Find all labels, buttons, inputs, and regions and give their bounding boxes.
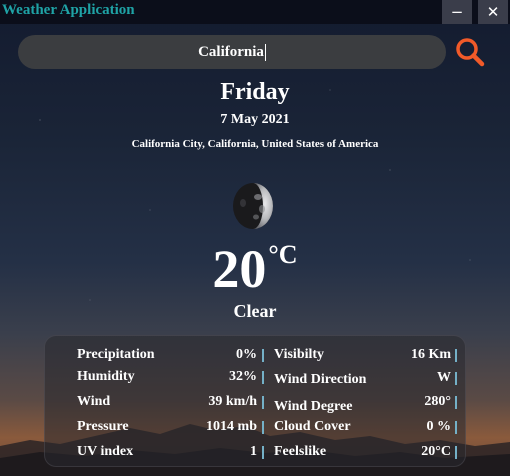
pressure-label: Pressure [77,419,129,434]
day-label: Friday [220,79,290,105]
feelslike-label: Feelslike [274,444,327,459]
moon-icon [233,183,273,229]
temperature-value: 20 [212,239,267,299]
wind-degree-value: 280° [424,394,451,409]
separator [455,421,457,434]
uv-index-label: UV index [77,444,134,459]
search-icon [456,38,485,67]
close-button[interactable]: ✕ [478,0,508,24]
title-bar: Weather Application − ✕ [0,0,510,24]
humidity-value: 32% [229,369,257,384]
precipitation-label: Precipitation [77,347,155,362]
condition-label: Clear [233,301,277,321]
wind-value: 39 km/h [208,394,257,409]
separator [262,371,264,384]
cloud-cover-label: Cloud Cover [274,419,351,434]
precipitation-value: 0% [236,347,257,362]
separator [455,349,457,362]
pressure-value: 1014 mb [206,419,257,434]
date-label: 7 May 2021 [220,112,290,127]
app-title: Weather Application [2,2,135,18]
separator [262,396,264,409]
text-cursor [264,43,266,61]
visibility-label: Visibilty [274,347,325,362]
separator [455,446,457,459]
separator [262,349,264,362]
minimize-icon: − [450,3,464,21]
wind-degree-label: Wind Degree [274,399,353,414]
separator [455,372,457,385]
wind-direction-value: W [437,370,451,385]
separator [262,446,264,459]
temperature-display: 20 °C [0,238,510,300]
separator [455,396,457,409]
details-panel: Precipitation 0% Humidity 32% Wind 39 km… [44,335,466,467]
cloud-cover-value: 0 % [426,419,452,434]
search-button[interactable] [452,35,488,69]
wind-direction-label: Wind Direction [274,372,367,387]
search-bar[interactable]: California [18,35,446,69]
uv-index-value: 1 [250,444,257,459]
visibility-value: 16 Km [410,347,451,362]
close-icon: ✕ [486,3,500,21]
wind-label: Wind [77,394,111,409]
temperature-unit: °C [268,240,298,269]
location-label: California City, California, United Stat… [131,138,379,150]
feelslike-value: 20°C [421,444,451,459]
search-input[interactable]: California [198,44,264,61]
minimize-button[interactable]: − [442,0,472,24]
separator [262,421,264,434]
humidity-label: Humidity [77,369,135,384]
